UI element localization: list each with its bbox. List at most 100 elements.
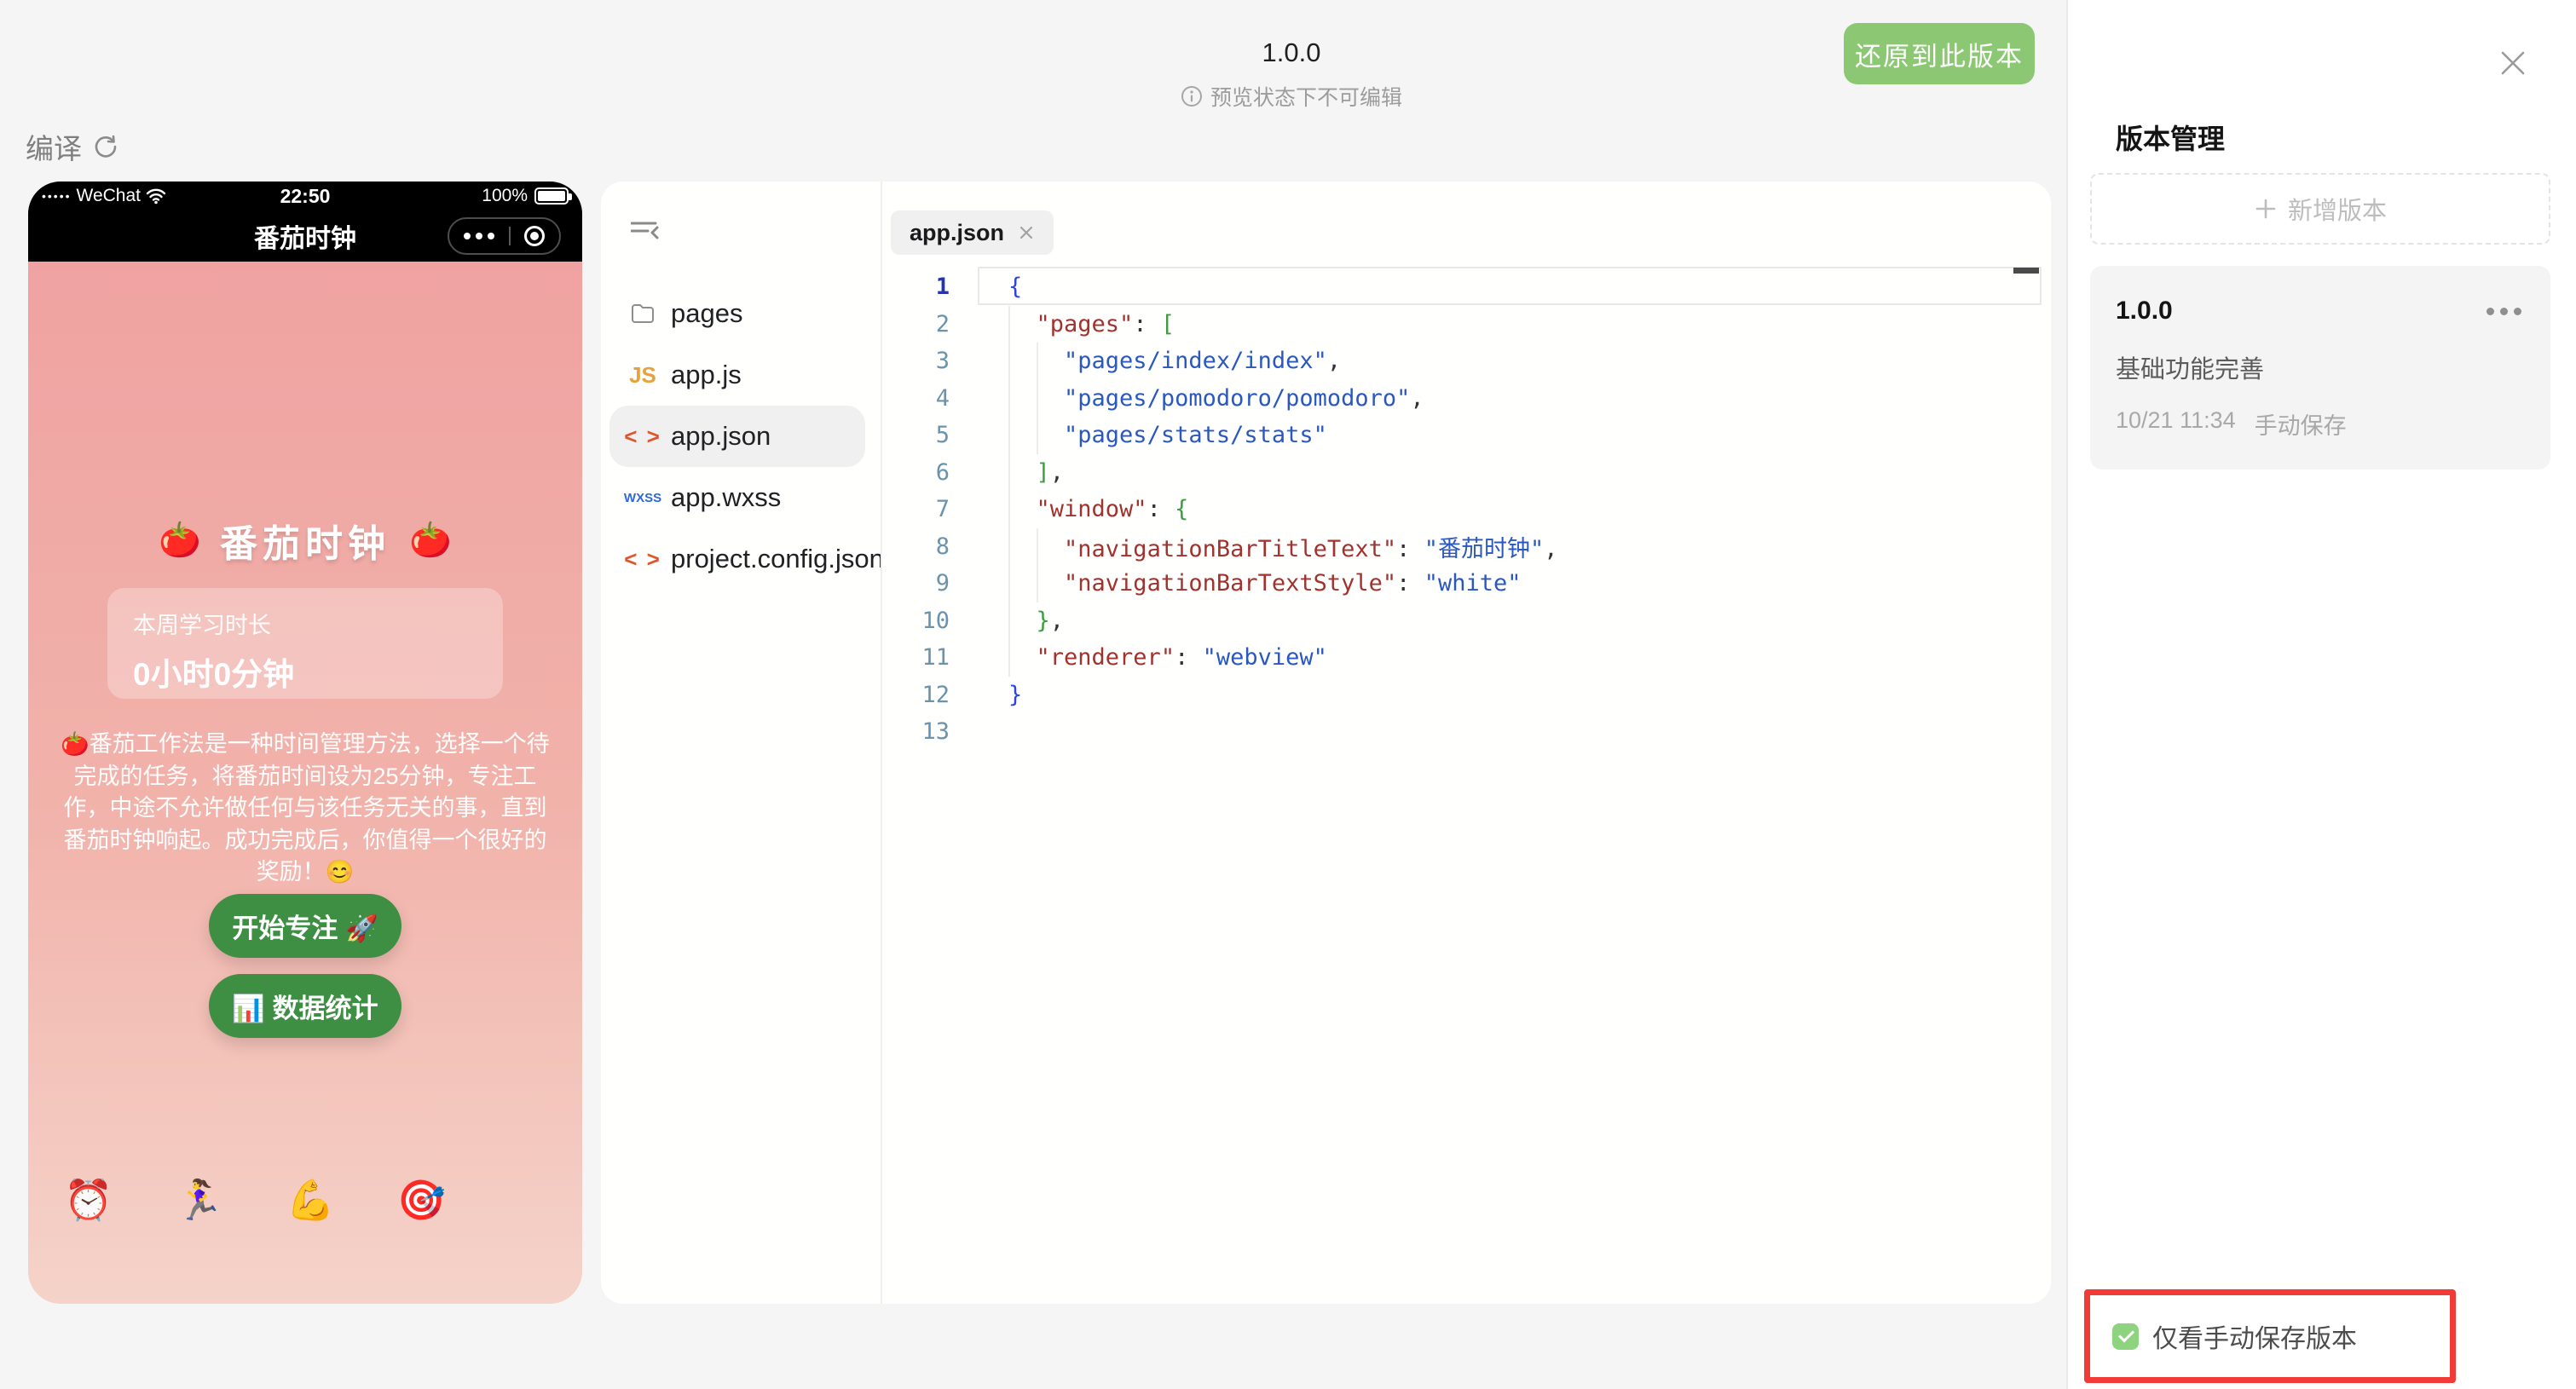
version-save-type: 手动保存 — [2254, 413, 2347, 439]
compile-label[interactable]: 编译 — [26, 126, 82, 167]
add-version-button[interactable]: 新增版本 — [2090, 173, 2550, 245]
manual-save-filter-label[interactable]: 仅看手动保存版本 — [2152, 1317, 2357, 1355]
code-text: "pages/pomodoro/pomodoro", — [1064, 384, 1424, 412]
info-icon — [1181, 85, 1203, 107]
stats-value: 0小时0分钟 — [133, 657, 295, 692]
indent-guide — [1037, 343, 1038, 380]
manual-save-filter-checkbox[interactable] — [2112, 1323, 2139, 1350]
capsule-menu-icon[interactable] — [463, 233, 494, 239]
devtools-screen: 1.0.0 预览状态下不可编辑 还原到此版本 编译 ••••• WeChat 2… — [0, 0, 2576, 1389]
version-list: 1.0.0 基础功能完善 10/21 11:34 手动保存 — [2090, 266, 2550, 487]
file-name: app.js — [671, 360, 742, 389]
start-focus-button[interactable]: 开始专注 🚀 — [209, 894, 401, 958]
version-card[interactable]: 1.0.0 基础功能完善 10/21 11:34 手动保存 — [2090, 266, 2550, 470]
file-name: pages — [671, 298, 743, 328]
compile-control[interactable]: 编译 — [26, 126, 119, 167]
tomato-icon: 🍅 — [159, 522, 201, 559]
footer-emoji: 🏃‍♀️ — [175, 1178, 224, 1222]
code-line-8[interactable]: 8 "navigationBarTitleText": "番茄时钟", — [882, 527, 2051, 565]
code-line-10[interactable]: 10 }, — [882, 602, 2051, 639]
version-meta: 10/21 11:34 手动保存 — [2116, 407, 2527, 441]
indent-guide — [1037, 417, 1038, 454]
line-number: 11 — [921, 644, 950, 671]
battery-icon — [534, 187, 572, 205]
file-tree-item-app-js[interactable]: JS app.js — [609, 344, 865, 406]
footer-emoji: 💪 — [286, 1178, 335, 1222]
indent-guide — [1008, 305, 1010, 343]
add-version-label: 新增版本 — [2287, 198, 2387, 225]
code-line-13[interactable]: 13 — [882, 713, 2051, 751]
code-line-2[interactable]: 2 "pages": [ — [882, 305, 2051, 343]
indent-guide — [1008, 453, 1010, 491]
manual-save-filter-highlight: 仅看手动保存版本 — [2084, 1289, 2456, 1383]
carrier-label: WeChat — [76, 186, 141, 205]
miniapp-home-page: 🍅 番茄时钟 🍅 本周学习时长 0小时0分钟 🍅番茄工作法是一种时间管理方法，选… — [28, 262, 582, 1304]
close-icon[interactable] — [2498, 48, 2528, 78]
phone-preview: ••••• WeChat 22:50 100% 番茄时钟 🍅 番茄时钟 🍅 本周… — [28, 182, 582, 1304]
file-tree: pages JS app.js < > app.json WXSS app.wxss < > p… — [601, 182, 884, 1304]
battery-percent: 100% — [482, 186, 528, 205]
code-text: "renderer": "webview" — [1036, 644, 1327, 671]
footer-emoji-row: ⏰ 🏃‍♀️ 💪 🎯 — [64, 1180, 446, 1219]
wifi-icon — [146, 187, 166, 205]
panel-title: 版本管理 — [2116, 124, 2226, 154]
version-management-panel: 版本管理 新增版本 1.0.0 基础功能完善 10/21 11:34 手动保存 仅看手… — [2066, 0, 2576, 1389]
phone-status-bar: ••••• WeChat 22:50 100% — [28, 182, 582, 210]
code-text: { — [1008, 274, 1023, 301]
capsule-divider — [508, 227, 511, 245]
data-stats-button[interactable]: 📊 数据统计 — [209, 974, 401, 1038]
code-line-11[interactable]: 11 "renderer": "webview" — [882, 639, 2051, 677]
code-text: "navigationBarTitleText": "番茄时钟", — [1064, 535, 1558, 562]
indent-guide — [1037, 565, 1038, 602]
indent-guide — [1008, 527, 1010, 565]
capsule-close-icon[interactable] — [524, 226, 546, 246]
refresh-icon[interactable] — [92, 133, 119, 160]
footer-emoji: 🎯 — [396, 1178, 446, 1222]
pomodoro-description: 🍅番茄工作法是一种时间管理方法，选择一个待完成的任务，将番茄时间设为25分钟，专… — [61, 731, 550, 885]
file-tree-item-project-config-json[interactable]: < > project.config.json — [609, 528, 884, 590]
line-number: 13 — [921, 718, 950, 746]
code-text: }, — [1036, 607, 1065, 634]
code-editor: app.json 1{2 "pages": [3 "pages/index/in… — [882, 182, 2051, 1304]
code-line-9[interactable]: 9 "navigationBarTextStyle": "white" — [882, 565, 2051, 602]
more-options-icon[interactable] — [2481, 303, 2527, 320]
code-line-7[interactable]: 7 "window": { — [882, 491, 2051, 528]
version-date: 10/21 11:34 — [2116, 407, 2236, 433]
code-file-icon: < > — [624, 545, 661, 572]
indent-guide — [1008, 343, 1010, 380]
code-line-3[interactable]: 3 "pages/index/index", — [882, 343, 2051, 380]
file-tree-item-app-wxss[interactable]: WXSS app.wxss — [609, 467, 865, 528]
code-line-4[interactable]: 4 "pages/pomodoro/pomodoro", — [882, 379, 2051, 417]
code-lines: 1{2 "pages": [3 "pages/index/index", 4 "p… — [882, 268, 2051, 751]
weekly-stats-card: 本周学习时长 0小时0分钟 — [107, 588, 503, 699]
file-name: project.config.json — [671, 544, 884, 573]
file-name: app.wxss — [671, 482, 782, 512]
collapse-sidebar-icon[interactable] — [631, 221, 660, 243]
preview-notice: 预览状态下不可编辑 — [1181, 81, 1402, 112]
indent-guide — [1008, 565, 1010, 602]
code-line-1[interactable]: 1{ — [882, 268, 2051, 306]
app-title-row: 🍅 番茄时钟 🍅 — [28, 513, 582, 568]
folder-icon — [623, 303, 662, 324]
file-tree-item-app-json[interactable]: < > app.json — [609, 406, 865, 467]
plus-icon — [2254, 197, 2278, 221]
line-number: 6 — [935, 458, 950, 486]
restore-version-button[interactable]: 还原到此版本 — [1844, 23, 2035, 84]
indent-guide — [1008, 379, 1010, 417]
miniapp-capsule[interactable] — [448, 217, 561, 255]
tab-close-icon[interactable] — [1018, 224, 1035, 241]
code-line-12[interactable]: 12} — [882, 677, 2051, 714]
footer-emoji: ⏰ — [64, 1178, 113, 1222]
line-number: 3 — [935, 348, 950, 375]
code-text: "pages/index/index", — [1064, 348, 1342, 375]
code-line-6[interactable]: 6 ], — [882, 453, 2051, 491]
indent-guide — [1037, 379, 1038, 417]
indent-guide — [1008, 491, 1010, 528]
code-text: } — [1008, 681, 1023, 708]
editor-tab-appjson[interactable]: app.json — [891, 210, 1054, 255]
file-tree-item-pages[interactable]: pages — [609, 283, 865, 344]
code-line-5[interactable]: 5 "pages/stats/stats" — [882, 417, 2051, 454]
stats-label: 本周学习时长 — [133, 613, 271, 638]
line-number: 12 — [921, 681, 950, 708]
js-file-icon: JS — [629, 361, 656, 388]
